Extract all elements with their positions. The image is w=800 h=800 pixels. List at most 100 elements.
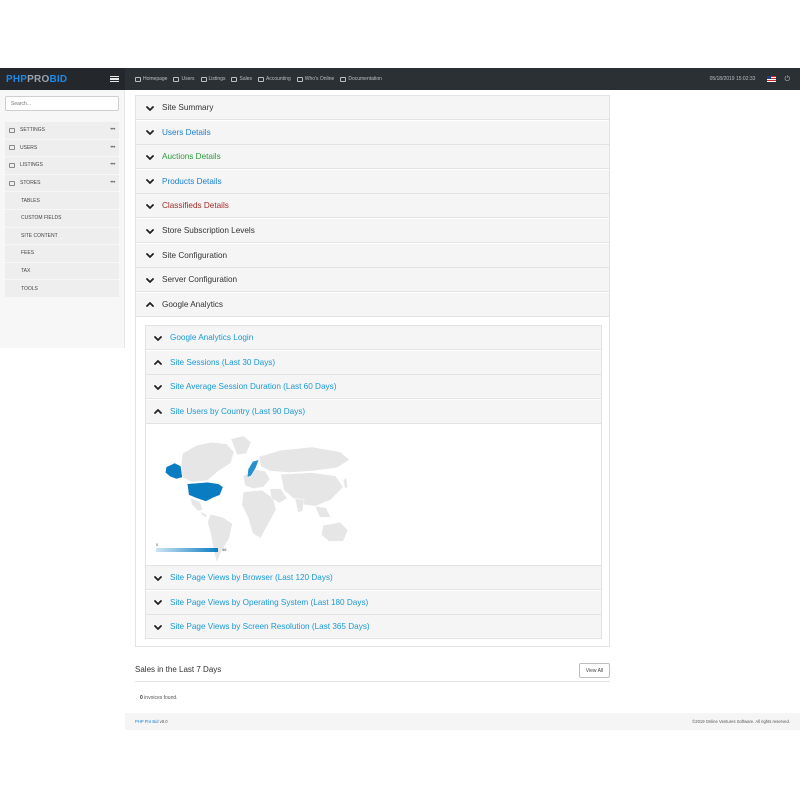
sales-section-title: Sales in the Last 7 Days xyxy=(135,665,222,674)
sidebar-item-label: SITE CONTENT xyxy=(21,232,58,239)
analytics-site-page-views-by-operating-system-last-180-days[interactable]: Site Page Views by Operating System (Las… xyxy=(146,590,601,615)
map-region-alaska[interactable] xyxy=(165,462,183,480)
map-region-russia[interactable] xyxy=(258,446,350,473)
topnav-item-homepage[interactable]: Homepage xyxy=(135,76,167,82)
sliders-icon xyxy=(9,127,15,133)
more-dots-icon[interactable]: ••• xyxy=(110,180,115,186)
map-region-india[interactable] xyxy=(294,497,305,513)
map-region-south-america[interactable] xyxy=(207,513,233,563)
chevron-up-icon xyxy=(154,358,162,366)
accordion-products-details[interactable]: Products Details xyxy=(136,169,609,194)
map-region-central-america[interactable] xyxy=(198,510,208,518)
chevron-down-icon xyxy=(146,227,154,235)
map-legend: 0 46 xyxy=(156,543,241,554)
google-analytics-panel: 0 46 Google Analytics Login Site Sessions… xyxy=(145,325,602,639)
map-region-se-asia[interactable] xyxy=(314,505,332,518)
calendar-icon xyxy=(231,76,238,82)
sidebar-item-label: TABLES xyxy=(21,197,40,204)
analytics-site-sessions-last-30-days[interactable]: Site Sessions (Last 30 Days) xyxy=(146,350,601,375)
accordion-google-analytics[interactable]: Google Analytics xyxy=(136,292,609,317)
topnav-item-accounting[interactable]: Accounting xyxy=(258,76,291,82)
analytics-site-users-by-country-last-90-days[interactable]: Site Users by Country (Last 90 Days) xyxy=(146,399,601,424)
chevron-up-icon xyxy=(154,407,162,415)
accordion-site-summary[interactable]: Site Summary xyxy=(136,96,609,120)
analytics-site-page-views-by-browser-last-120-days[interactable]: Site Page Views by Browser (Last 120 Day… xyxy=(146,566,601,590)
users-by-country-map: 0 46 xyxy=(146,425,601,566)
sidebar-item-site-content[interactable]: SITE CONTENT xyxy=(5,227,119,246)
analytics-label: Site Sessions (Last 30 Days) xyxy=(170,357,276,367)
topnav-item-sales[interactable]: Sales xyxy=(231,76,252,82)
sidebar-menu: SETTINGS ••• USERS ••• LISTINGS ••• STORES ••• T… xyxy=(5,122,119,298)
dashboard-accordion: Site Summary Users Details Auctions Detail… xyxy=(135,95,610,647)
hamburger-menu-icon[interactable] xyxy=(110,75,119,83)
power-icon[interactable]: ⏻ xyxy=(784,76,790,83)
users-icon xyxy=(9,145,15,151)
topnav-item-who-s-online[interactable]: Who's Online xyxy=(296,76,335,82)
accordion-server-configuration[interactable]: Server Configuration xyxy=(136,268,609,293)
topnav-item-label: Accounting xyxy=(266,76,291,82)
brand-logo[interactable]: PHPPROBID xyxy=(6,74,67,85)
map-region-mexico[interactable] xyxy=(189,497,204,512)
footer-version: PHP Pro Bid v8.0 xyxy=(135,719,168,724)
sidebar-item-tax[interactable]: TAX xyxy=(5,262,119,281)
current-datetime: 05/18/2019 15:02:33 xyxy=(709,76,756,82)
invoice-count: 0 xyxy=(140,695,143,701)
signal-icon xyxy=(296,76,303,82)
sidebar-item-listings[interactable]: LISTINGS ••• xyxy=(5,157,119,175)
book-icon xyxy=(340,76,347,82)
footer-product-link[interactable]: PHP Pro Bid xyxy=(135,719,158,724)
users-icon xyxy=(173,76,180,82)
sidebar-item-custom-fields[interactable]: CUSTOM FIELDS xyxy=(5,209,119,228)
accordion-label: Server Configuration xyxy=(162,275,238,285)
topnav-item-label: Homepage xyxy=(143,76,168,82)
more-dots-icon[interactable]: ••• xyxy=(110,127,115,133)
accordion-store-subscription-levels[interactable]: Store Subscription Levels xyxy=(136,219,609,243)
sidebar-item-settings[interactable]: SETTINGS ••• xyxy=(5,122,119,140)
accordion-site-configuration[interactable]: Site Configuration xyxy=(136,243,609,268)
topnav-item-users[interactable]: Users xyxy=(173,76,195,82)
invoices-text: invoices found. xyxy=(144,695,178,701)
topnav-item-label: Who's Online xyxy=(304,76,335,82)
cart-icon xyxy=(9,180,15,186)
analytics-label: Site Average Session Duration (Last 60 D… xyxy=(170,382,337,391)
topnav-item-listings[interactable]: Listings xyxy=(200,76,225,82)
search-input[interactable] xyxy=(5,96,119,111)
footer-copyright: ©2019 Online Ventures Software. All righ… xyxy=(692,719,790,724)
chevron-down-icon xyxy=(146,128,154,136)
footer: PHP Pro Bid v8.0 ©2019 Online Ventures S… xyxy=(125,713,800,730)
topbar-right: 05/18/2019 15:02:33 ⏻ xyxy=(710,68,790,90)
chevron-down-icon xyxy=(154,623,162,631)
analytics-label: Site Page Views by Screen Resolution (La… xyxy=(170,622,370,631)
analytics-site-page-views-by-screen-resolution-last-365-days[interactable]: Site Page Views by Screen Resolution (La… xyxy=(146,615,601,639)
chevron-down-icon xyxy=(154,598,162,606)
accordion-users-details[interactable]: Users Details xyxy=(136,120,609,145)
map-region-africa[interactable] xyxy=(241,489,277,539)
map-region-united-states[interactable] xyxy=(186,481,224,502)
more-dots-icon[interactable]: ••• xyxy=(110,162,115,168)
analytics-site-average-session-duration-last-60-days[interactable]: Site Average Session Duration (Last 60 D… xyxy=(146,375,601,399)
invoices-empty-message: 0 invoices found. xyxy=(140,695,178,701)
accordion-classifieds-details[interactable]: Classifieds Details xyxy=(136,194,609,219)
sidebar-item-users[interactable]: USERS ••• xyxy=(5,139,119,158)
map-region-europe[interactable] xyxy=(243,469,271,489)
brand-part-pro: PRO xyxy=(27,73,50,85)
sidebar-item-tables[interactable]: TABLES xyxy=(5,192,119,210)
topnav-item-documentation[interactable]: Documentation xyxy=(340,76,382,82)
map-region-asia[interactable] xyxy=(280,472,344,507)
analytics-label: Site Page Views by Browser (Last 120 Day… xyxy=(170,573,333,582)
accordion-auctions-details[interactable]: Auctions Details xyxy=(136,145,609,170)
sidebar-item-stores[interactable]: STORES ••• xyxy=(5,174,119,193)
view-all-button[interactable]: View All xyxy=(579,663,610,678)
map-region-canada[interactable] xyxy=(180,441,235,483)
map-region-japan[interactable] xyxy=(342,476,349,489)
map-region-australia[interactable] xyxy=(321,521,349,542)
us-flag-icon[interactable] xyxy=(767,76,777,82)
brand-part-php: PHP xyxy=(6,73,28,85)
more-dots-icon[interactable]: ••• xyxy=(110,145,115,151)
brand-part-bid: BID xyxy=(49,73,68,85)
monitor-icon xyxy=(135,76,141,82)
sidebar-item-label: SETTINGS xyxy=(20,127,46,134)
sidebar-item-tools[interactable]: TOOLS xyxy=(5,280,119,298)
sidebar-item-fees[interactable]: FEES xyxy=(5,245,119,263)
analytics-google-analytics-login[interactable]: Google Analytics Login xyxy=(146,326,601,350)
